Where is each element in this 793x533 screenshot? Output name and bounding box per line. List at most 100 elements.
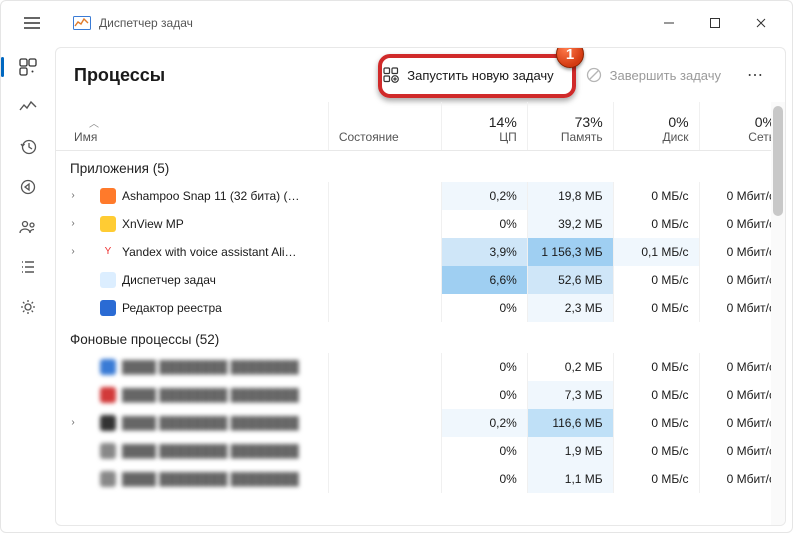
window-title: Диспетчер задач — [99, 16, 193, 30]
metric-cpu: 0% — [441, 465, 527, 493]
expand-chevron-icon[interactable]: › — [66, 417, 80, 428]
metric-disk: 0 МБ/с — [613, 210, 699, 238]
metric-disk: 0,1 МБ/с — [613, 238, 699, 266]
expand-chevron-icon[interactable]: › — [66, 246, 80, 257]
metric-mem: 1,1 МБ — [527, 465, 613, 493]
app-icon — [73, 16, 91, 30]
metric-disk: 0 МБ/с — [613, 266, 699, 294]
metric-disk: 0 МБ/с — [613, 409, 699, 437]
vertical-scrollbar[interactable] — [771, 102, 785, 525]
metric-cpu: 6,6% — [441, 266, 527, 294]
metric-mem: 0,2 МБ — [527, 353, 613, 381]
metric-disk: 0 МБ/с — [613, 381, 699, 409]
process-state — [328, 465, 441, 493]
sort-indicator-icon: ︿ — [74, 115, 114, 130]
titlebar: Диспетчер задач — [1, 1, 792, 45]
app-icon — [100, 415, 116, 431]
nav-history[interactable] — [8, 129, 48, 165]
metric-disk: 0 МБ/с — [613, 182, 699, 210]
table-row[interactable]: › Ashampoo Snap 11 (32 бита) (… 0,2%19,8 М… — [56, 182, 785, 210]
process-state — [328, 381, 441, 409]
app-icon — [100, 443, 116, 459]
process-name: Редактор реестра — [122, 301, 222, 315]
table-row[interactable]: Редактор реестра0%2,3 МБ0 МБ/с0 Мбит/с — [56, 294, 785, 322]
metric-mem: 19,8 МБ — [527, 182, 613, 210]
process-state — [328, 210, 441, 238]
col-memory[interactable]: 73%Память — [527, 102, 613, 150]
table-row[interactable]: ›████ ████████ ████████0,2%116,6 МБ0 МБ/… — [56, 409, 785, 437]
metric-cpu: 0% — [441, 381, 527, 409]
process-state — [328, 266, 441, 294]
more-button[interactable]: ⋯ — [739, 60, 773, 90]
process-state — [328, 294, 441, 322]
end-task-label: Завершить задачу — [610, 68, 721, 83]
content-pane: Процессы Запустить новую задачу Завершит… — [55, 47, 786, 526]
toolbar: Процессы Запустить новую задачу Завершит… — [56, 48, 785, 102]
col-disk[interactable]: 0%Диск — [613, 102, 699, 150]
col-state[interactable]: Состояние — [328, 102, 441, 150]
nav-performance[interactable] — [8, 89, 48, 125]
app-icon — [100, 471, 116, 487]
process-name: Ashampoo Snap 11 (32 бита) (… — [122, 189, 299, 203]
table-row[interactable]: ›XnView MP0%39,2 МБ0 МБ/с0 Мбит/с — [56, 210, 785, 238]
process-name: ████ ████████ ████████ — [122, 416, 299, 430]
nav-services[interactable] — [8, 289, 48, 325]
metric-mem: 1,9 МБ — [527, 437, 613, 465]
run-new-task-button[interactable]: Запустить новую задачу — [369, 61, 567, 89]
metric-mem: 7,3 МБ — [527, 381, 613, 409]
group-header[interactable]: Приложения (5) — [56, 150, 785, 182]
page-title: Процессы — [74, 65, 165, 86]
nav-users[interactable] — [8, 209, 48, 245]
process-table: ︿ Имя Состояние 14%ЦП 73%Память 0%Диск 0… — [56, 102, 785, 493]
nav-processes[interactable] — [8, 49, 48, 85]
process-name: ████ ████████ ████████ — [122, 444, 299, 458]
process-name: ████ ████████ ████████ — [122, 388, 299, 402]
nav-startup[interactable] — [8, 169, 48, 205]
table-row[interactable]: ████ ████████ ████████0%7,3 МБ0 МБ/с0 Мб… — [56, 381, 785, 409]
app-icon — [100, 216, 116, 232]
table-row[interactable]: ████ ████████ ████████0%1,9 МБ0 МБ/с0 Мб… — [56, 437, 785, 465]
minimize-button[interactable] — [646, 8, 692, 38]
process-state — [328, 353, 441, 381]
process-name: ████ ████████ ████████ — [122, 360, 299, 374]
end-task-button: Завершить задачу — [574, 61, 733, 89]
app-icon — [100, 387, 116, 403]
scroll-thumb[interactable] — [773, 106, 783, 216]
process-name: ████ ████████ ████████ — [122, 472, 299, 486]
metric-mem: 52,6 МБ — [527, 266, 613, 294]
expand-chevron-icon[interactable]: › — [66, 218, 80, 229]
metric-mem: 39,2 МБ — [527, 210, 613, 238]
metric-disk: 0 МБ/с — [613, 294, 699, 322]
process-name: XnView MP — [122, 217, 184, 231]
table-row[interactable]: ████ ████████ ████████0%0,2 МБ0 МБ/с0 Мб… — [56, 353, 785, 381]
maximize-button[interactable] — [692, 8, 738, 38]
run-task-icon — [383, 67, 399, 83]
process-state — [328, 182, 441, 210]
metric-disk: 0 МБ/с — [613, 353, 699, 381]
table-row[interactable]: ›YYandex with voice assistant Ali…3,9%1 … — [56, 238, 785, 266]
metric-mem: 2,3 МБ — [527, 294, 613, 322]
app-icon — [100, 359, 116, 375]
process-state — [328, 437, 441, 465]
process-state — [328, 409, 441, 437]
metric-disk: 0 МБ/с — [613, 437, 699, 465]
process-state — [328, 238, 441, 266]
group-header[interactable]: Фоновые процессы (52) — [56, 322, 785, 353]
app-icon — [100, 272, 116, 288]
sidebar — [1, 45, 55, 532]
metric-mem: 1 156,3 МБ — [527, 238, 613, 266]
col-name[interactable]: ︿ Имя — [56, 102, 328, 150]
expand-chevron-icon[interactable]: › — [66, 190, 80, 201]
metric-disk: 0 МБ/с — [613, 465, 699, 493]
nav-details[interactable] — [8, 249, 48, 285]
close-button[interactable] — [738, 8, 784, 38]
table-row[interactable]: Диспетчер задач6,6%52,6 МБ0 МБ/с0 Мбит/с — [56, 266, 785, 294]
metric-cpu: 3,9% — [441, 238, 527, 266]
metric-cpu: 0,2% — [441, 182, 527, 210]
app-icon — [100, 300, 116, 316]
table-row[interactable]: ████ ████████ ████████0%1,1 МБ0 МБ/с0 Мб… — [56, 465, 785, 493]
app-icon — [100, 188, 116, 204]
col-cpu[interactable]: 14%ЦП — [441, 102, 527, 150]
menu-button[interactable] — [15, 6, 49, 40]
app-icon: Y — [100, 244, 116, 260]
